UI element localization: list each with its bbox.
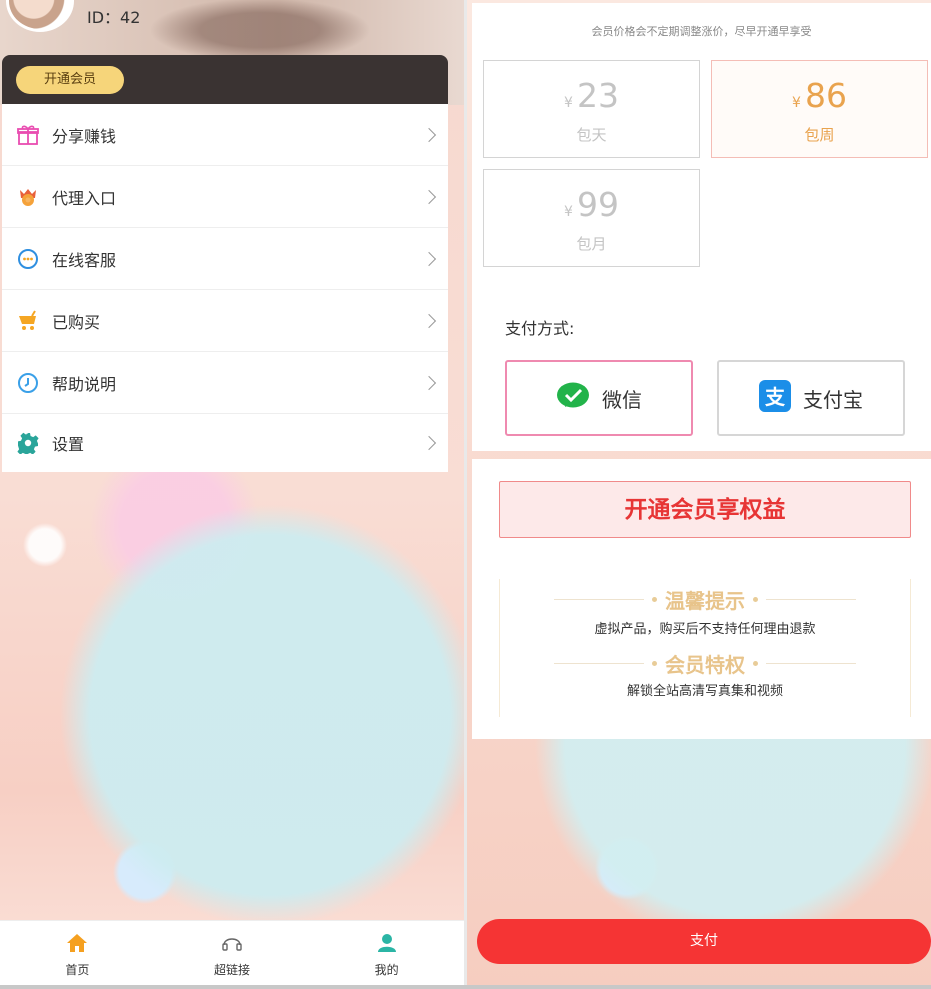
dot-icon — [753, 596, 758, 602]
plan-amount: 86 — [804, 76, 847, 115]
chevron-right-icon — [421, 127, 437, 142]
open-vip-button[interactable]: 开通会员享权益 — [499, 481, 911, 538]
pay-method-label: 微信 — [602, 387, 642, 412]
menu-item-online-service[interactable]: 在线客服 — [2, 228, 448, 290]
plan-price: ¥86 — [712, 77, 927, 122]
tab-mine[interactable]: 我的 — [309, 921, 464, 989]
user-id: ID：42 — [87, 8, 141, 27]
menu-item-label: 已购买 — [52, 312, 101, 332]
tab-links[interactable]: 超链接 — [155, 921, 310, 989]
divider-line — [554, 598, 644, 600]
benefits-card: 开通会员享权益 温馨提示 虚拟产品，购买后不支持任何理由退款 会员特权 解锁全站… — [472, 459, 931, 739]
tip-heading-notice: 温馨提示 — [500, 579, 910, 619]
currency-symbol: ¥ — [564, 204, 573, 220]
plan-option-week[interactable]: ¥86 包周 — [711, 60, 928, 158]
tab-label: 我的 — [374, 963, 399, 977]
plan-price: ¥99 — [484, 186, 699, 231]
tip-text-privilege: 解锁全站高清写真集和视频 — [626, 684, 783, 699]
currency-symbol: ¥ — [792, 95, 801, 111]
plan-option-month[interactable]: ¥99 包月 — [483, 169, 700, 267]
user-icon — [376, 933, 398, 957]
menu-item-share-earn[interactable]: 分享赚钱 — [2, 104, 448, 166]
avatar[interactable] — [6, 0, 74, 32]
menu-item-help[interactable]: 帮助说明 — [2, 352, 448, 414]
vip-purchase-pane: 会员价格会不定期调整涨价，尽早开通早享受 ¥23 包天 ¥86 包周 ¥99 包… — [467, 0, 931, 989]
pay-method-alipay[interactable]: 支 支付宝 — [717, 360, 905, 436]
cart-icon — [16, 309, 40, 333]
chevron-right-icon — [421, 375, 437, 390]
plan-name: 包月 — [576, 235, 607, 253]
dot-icon — [652, 596, 657, 602]
chevron-right-icon — [421, 251, 437, 266]
tip-heading-text: 温馨提示 — [665, 588, 745, 613]
tab-label: 超链接 — [214, 963, 251, 977]
pay-submit-button[interactable]: 支付 — [477, 919, 931, 964]
wechat-icon — [556, 381, 590, 415]
tips-section: 温馨提示 虚拟产品，购买后不支持任何理由退款 会员特权 解锁全站高清写真集和视频 — [499, 579, 911, 717]
price-notice: 会员价格会不定期调整涨价，尽早开通早享受 — [591, 25, 812, 38]
menu-item-label: 帮助说明 — [52, 374, 117, 394]
pay-method-label: 支付宝 — [803, 387, 863, 412]
chevron-right-icon — [421, 313, 437, 328]
tip-heading-text: 会员特权 — [665, 652, 745, 677]
headset-icon — [221, 933, 243, 957]
bottom-tab-bar: 首页 超链接 我的 — [0, 920, 464, 989]
dot-icon — [753, 660, 758, 666]
plan-amount: 23 — [576, 76, 619, 115]
alipay-icon: 支 — [759, 380, 791, 416]
payment-method-title: 支付方式: — [505, 319, 575, 338]
plan-selection-card: 会员价格会不定期调整涨价，尽早开通早享受 ¥23 包天 ¥86 包周 ¥99 包… — [472, 3, 931, 451]
chevron-right-icon — [421, 435, 437, 451]
chevron-right-icon — [421, 189, 437, 204]
chat-bubble-icon — [16, 247, 40, 271]
currency-symbol: ¥ — [564, 95, 573, 111]
open-vip-pill-button[interactable]: 开通会员 — [16, 66, 124, 94]
menu-item-agent-entry[interactable]: 代理入口 — [2, 166, 448, 228]
menu-item-settings[interactable]: 设置 — [2, 414, 448, 472]
plan-amount: 99 — [576, 185, 619, 224]
menu-item-purchased[interactable]: 已购买 — [2, 290, 448, 352]
plan-name: 包天 — [576, 126, 607, 144]
profile-menu: 分享赚钱 代理入口 在线客服 已购买 帮助说明 设置 — [2, 104, 448, 472]
tip-text-refund: 虚拟产品，购买后不支持任何理由退款 — [594, 622, 816, 637]
svg-text:支: 支 — [765, 385, 786, 409]
menu-item-label: 分享赚钱 — [52, 126, 117, 146]
menu-item-label: 在线客服 — [52, 250, 117, 270]
tab-home[interactable]: 首页 — [0, 921, 155, 989]
menu-item-label: 代理入口 — [52, 188, 117, 208]
tab-label: 首页 — [65, 963, 90, 977]
vip-banner: 开通会员 — [2, 55, 448, 107]
gift-icon — [16, 123, 40, 147]
gear-icon — [16, 431, 40, 455]
divider-line — [766, 598, 856, 600]
agent-badge-icon — [16, 185, 40, 209]
profile-pane: ID：42 开通会员 分享赚钱 代理入口 在线客服 已购买 帮助说明 设置 首页… — [0, 0, 464, 989]
dot-icon — [652, 660, 657, 666]
divider-line — [554, 662, 644, 664]
bottom-border — [0, 985, 931, 989]
pay-method-wechat[interactable]: 微信 — [505, 360, 693, 436]
tip-heading-privilege: 会员特权 — [500, 645, 910, 681]
home-icon — [66, 933, 88, 957]
help-clock-icon — [16, 371, 40, 395]
plan-price: ¥23 — [484, 77, 699, 122]
plan-name: 包周 — [804, 126, 835, 144]
plan-option-day[interactable]: ¥23 包天 — [483, 60, 700, 158]
menu-item-label: 设置 — [52, 435, 85, 454]
divider-line — [766, 662, 856, 664]
